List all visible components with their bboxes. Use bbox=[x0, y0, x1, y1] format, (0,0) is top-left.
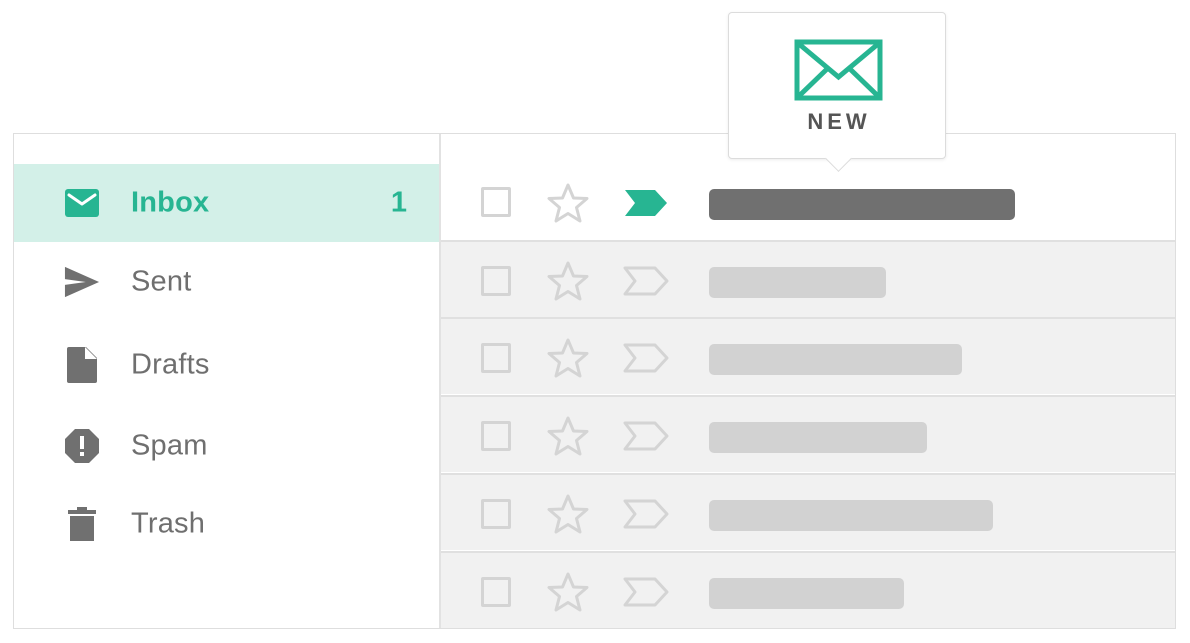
sidebar-item-label: Inbox bbox=[131, 186, 210, 219]
mail-illustration: Inbox 1 Sent Drafts Spam Trash NEW bbox=[0, 0, 1190, 643]
sidebar-item-label: Drafts bbox=[131, 348, 210, 381]
folder-sidebar: Inbox 1 Sent Drafts Spam Trash bbox=[14, 134, 441, 628]
sidebar-item-trash[interactable]: Trash bbox=[14, 485, 439, 563]
important-marker-icon[interactable] bbox=[623, 188, 669, 218]
new-message-callout: NEW bbox=[728, 12, 946, 172]
subject-placeholder-bar bbox=[709, 189, 1015, 220]
message-row[interactable] bbox=[441, 240, 1175, 317]
mail-client-window: Inbox 1 Sent Drafts Spam Trash bbox=[13, 133, 1176, 629]
sidebar-item-label: Trash bbox=[131, 507, 206, 540]
trash-icon bbox=[64, 506, 100, 542]
sidebar-item-inbox[interactable]: Inbox 1 bbox=[14, 164, 439, 242]
sidebar-item-label: Spam bbox=[131, 429, 208, 462]
sidebar-item-spam[interactable]: Spam bbox=[14, 407, 439, 485]
message-list bbox=[441, 134, 1175, 628]
subject-placeholder-bar bbox=[709, 422, 927, 453]
select-checkbox[interactable] bbox=[481, 187, 511, 217]
sidebar-item-drafts[interactable]: Drafts bbox=[14, 326, 439, 404]
star-icon[interactable] bbox=[547, 572, 589, 612]
star-icon[interactable] bbox=[547, 183, 589, 223]
select-checkbox[interactable] bbox=[481, 343, 511, 373]
important-marker-icon[interactable] bbox=[623, 577, 669, 607]
sidebar-item-sent[interactable]: Sent bbox=[14, 243, 439, 321]
message-row[interactable] bbox=[441, 395, 1175, 472]
select-checkbox[interactable] bbox=[481, 499, 511, 529]
new-label: NEW bbox=[807, 109, 871, 134]
important-marker-icon[interactable] bbox=[623, 343, 669, 373]
important-marker-icon[interactable] bbox=[623, 421, 669, 451]
star-icon[interactable] bbox=[547, 338, 589, 378]
important-marker-icon[interactable] bbox=[623, 499, 669, 529]
message-row[interactable] bbox=[441, 317, 1175, 394]
important-marker-icon[interactable] bbox=[623, 266, 669, 296]
subject-placeholder-bar bbox=[709, 344, 962, 375]
subject-placeholder-bar bbox=[709, 578, 904, 609]
send-icon bbox=[64, 264, 100, 300]
envelope-outline-icon bbox=[794, 39, 883, 101]
select-checkbox[interactable] bbox=[481, 266, 511, 296]
select-checkbox[interactable] bbox=[481, 577, 511, 607]
select-checkbox[interactable] bbox=[481, 421, 511, 451]
star-icon[interactable] bbox=[547, 261, 589, 301]
spam-octagon-icon bbox=[64, 428, 100, 464]
subject-placeholder-bar bbox=[709, 267, 886, 298]
star-icon[interactable] bbox=[547, 416, 589, 456]
draft-file-icon bbox=[64, 347, 100, 383]
sidebar-item-label: Sent bbox=[131, 265, 192, 298]
message-row[interactable] bbox=[441, 473, 1175, 550]
unread-count-badge: 1 bbox=[390, 186, 407, 219]
message-row[interactable] bbox=[441, 551, 1175, 628]
subject-placeholder-bar bbox=[709, 500, 993, 531]
envelope-icon bbox=[64, 185, 100, 221]
star-icon[interactable] bbox=[547, 494, 589, 534]
